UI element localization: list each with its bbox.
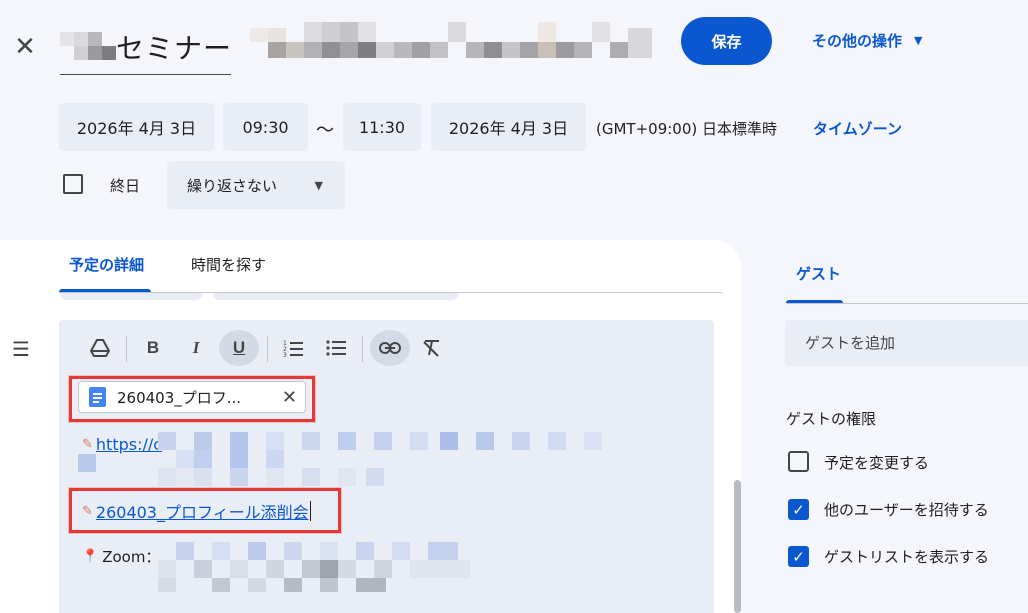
permission-modify-label: 予定を変更する: [824, 454, 930, 472]
link-line-1: ✎ https://c: [82, 435, 162, 454]
end-date-field[interactable]: 2026年 4月 3日: [431, 103, 586, 151]
pin-icon: 📍: [82, 549, 99, 564]
timezone-text: (GMT+09:00) 日本標準時: [596, 120, 777, 138]
caret-down-icon: ▼: [314, 178, 323, 192]
bold-icon[interactable]: B: [133, 330, 173, 366]
tab-guests[interactable]: ゲスト: [796, 263, 841, 284]
toolbar-divider: [126, 336, 127, 362]
permission-see-list-label: ゲストリストを表示する: [824, 548, 990, 566]
zoom-label: Zoom：: [102, 548, 161, 566]
check-icon: ✓: [792, 547, 805, 566]
start-time-field[interactable]: 09:30: [223, 103, 308, 151]
more-actions-button[interactable]: その他の操作 ▼: [812, 30, 922, 51]
close-icon[interactable]: ✕: [12, 32, 38, 62]
guest-permissions-heading: ゲストの権限: [786, 410, 877, 428]
italic-icon[interactable]: I: [176, 330, 216, 366]
location-field-edge[interactable]: [60, 293, 202, 300]
time-separator: 〜: [316, 120, 334, 141]
all-day-label: 終日: [110, 177, 141, 195]
timezone-link[interactable]: タイムゾーン: [813, 118, 902, 139]
permission-invite-checkbox[interactable]: ✓: [788, 499, 809, 520]
guest-tab-divider: [786, 303, 1028, 304]
clear-format-icon[interactable]: [412, 330, 452, 366]
highlight-box-link: [69, 488, 341, 533]
more-actions-label: その他の操作: [812, 32, 903, 50]
description-icon: ☰: [12, 337, 30, 361]
zoom-line: 📍 Zoom：: [82, 546, 160, 567]
caret-down-icon: ▼: [914, 34, 923, 47]
all-day-checkbox[interactable]: [63, 174, 83, 194]
url-link[interactable]: https://c: [96, 435, 162, 454]
repeat-label: 繰り返さない: [187, 176, 278, 195]
start-date-field[interactable]: 2026年 4月 3日: [59, 103, 214, 151]
memo-icon: ✎: [82, 437, 93, 452]
save-button[interactable]: 保存: [681, 17, 772, 65]
highlight-box-attachment: [69, 376, 315, 422]
drive-icon[interactable]: [80, 330, 120, 366]
check-icon: ✓: [792, 500, 805, 519]
permission-see-list-checkbox[interactable]: ✓: [788, 546, 809, 567]
event-title[interactable]: セミナー: [116, 27, 232, 67]
link-icon[interactable]: [370, 330, 410, 366]
add-guest-input[interactable]: [785, 320, 1028, 366]
conference-field-edge[interactable]: [213, 293, 458, 300]
numbered-list-icon[interactable]: 123: [273, 330, 313, 366]
scrollbar-thumb[interactable]: [734, 480, 741, 613]
svg-text:3: 3: [283, 352, 287, 357]
title-underline: [60, 74, 231, 75]
permission-invite-label: 他のユーザーを招待する: [824, 501, 989, 519]
repeat-select[interactable]: 繰り返さない ▼: [167, 161, 345, 209]
tab-event-details[interactable]: 予定の詳細: [69, 254, 144, 275]
end-time-field[interactable]: 11:30: [343, 103, 421, 151]
toolbar-divider: [267, 336, 268, 362]
bulleted-list-icon[interactable]: [316, 330, 356, 366]
underline-icon[interactable]: U: [219, 330, 259, 366]
toolbar-divider: [362, 336, 363, 362]
permission-modify-checkbox[interactable]: [788, 451, 809, 472]
tab-find-time[interactable]: 時間を探す: [191, 254, 266, 275]
